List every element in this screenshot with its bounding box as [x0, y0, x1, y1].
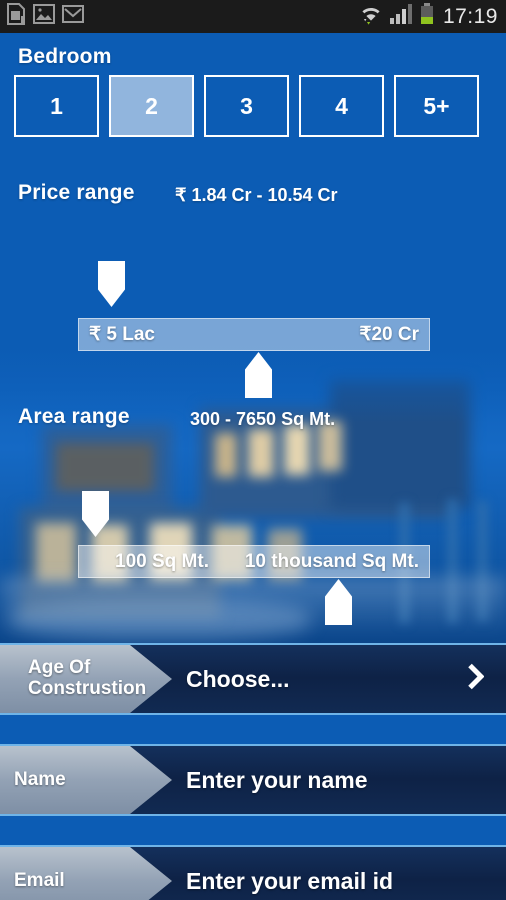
email-row[interactable]: Email Enter your email id: [0, 845, 506, 900]
status-bar-clock: 17:19: [442, 4, 498, 28]
property-search-screen: Bedroom 1 2 3 4 5+ Price range ₹ 1.84 Cr…: [0, 33, 506, 900]
name-row[interactable]: Name Enter your name: [0, 744, 506, 816]
area-range-value: 300 - 7650 Sq Mt.: [190, 409, 336, 429]
age-of-construction-row[interactable]: Age Of Construstion Choose...: [0, 643, 506, 715]
age-of-construction-label-line1: Age Of: [28, 657, 91, 679]
price-range-value: ₹ 1.84 Cr - 10.54 Cr: [175, 185, 338, 205]
signal-bars-icon: [389, 3, 413, 30]
gmail-icon: [62, 4, 84, 29]
bedroom-option-4[interactable]: 4: [299, 75, 384, 137]
battery-icon: [420, 3, 434, 30]
wifi-icon: [360, 3, 382, 30]
name-tab: Name: [0, 746, 172, 814]
bedroom-label: Bedroom: [18, 45, 112, 68]
age-of-construction-value[interactable]: Choose...: [186, 645, 290, 713]
sim-card-icon: [6, 3, 26, 30]
area-range-slider[interactable]: 100 Sq Mt. 10 thousand Sq Mt.: [78, 545, 430, 578]
area-slider-min-label: 100 Sq Mt.: [115, 550, 209, 572]
name-input[interactable]: Enter your name: [186, 746, 368, 814]
area-slider-max-label: 10 thousand Sq Mt.: [244, 550, 419, 572]
price-slider-min-label: ₹ 5 Lac: [89, 324, 155, 345]
price-slider-lower-handle[interactable]: [98, 261, 125, 307]
email-tab: Email: [0, 847, 172, 900]
name-label: Name: [14, 768, 66, 790]
age-of-construction-label-line2: Construstion: [28, 678, 147, 699]
area-range-label: Area range: [18, 405, 130, 428]
bedroom-option-group[interactable]: 1 2 3 4 5+: [14, 75, 479, 137]
age-of-construction-tab: Age Of Construstion: [0, 645, 172, 713]
status-bar-left-icons: [6, 3, 84, 30]
chevron-right-icon[interactable]: [466, 663, 485, 695]
bedroom-option-5plus[interactable]: 5+: [394, 75, 479, 137]
bedroom-option-3[interactable]: 3: [204, 75, 289, 137]
status-bar-right-icons: 17:19: [360, 3, 498, 30]
bedroom-option-2[interactable]: 2: [109, 75, 194, 137]
bedroom-option-1[interactable]: 1: [14, 75, 99, 137]
email-label: Email: [14, 869, 65, 891]
price-range-label: Price range: [18, 181, 135, 204]
gallery-image-icon: [33, 4, 55, 29]
price-slider-max-label: ₹20 Cr: [359, 324, 419, 345]
price-range-slider[interactable]: ₹ 5 Lac ₹20 Cr: [78, 318, 430, 351]
email-input[interactable]: Enter your email id: [186, 847, 393, 900]
status-bar: 17:19: [0, 0, 506, 33]
